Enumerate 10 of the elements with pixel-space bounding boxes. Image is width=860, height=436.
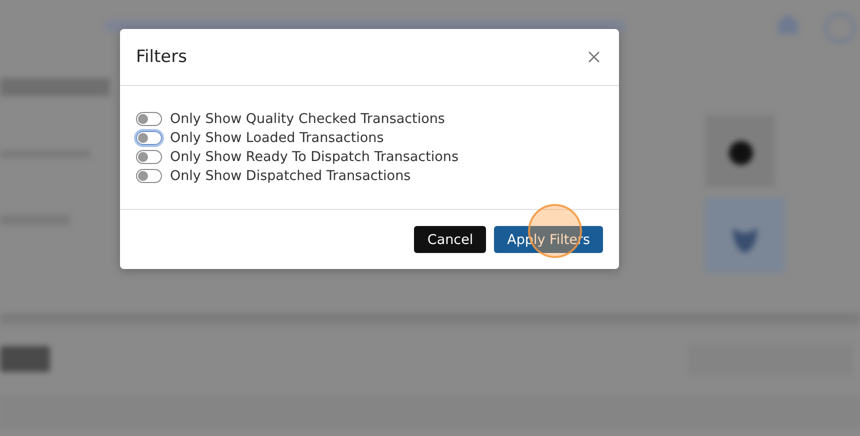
- toggle-switch[interactable]: [136, 169, 162, 183]
- filter-label: Only Show Dispatched Transactions: [170, 168, 411, 184]
- dialog-title: Filters: [136, 47, 187, 67]
- close-icon[interactable]: [587, 50, 601, 64]
- toggle-switch[interactable]: [136, 112, 162, 126]
- filter-label: Only Show Quality Checked Transactions: [170, 111, 445, 127]
- filter-label: Only Show Ready To Dispatch Transactions: [170, 149, 458, 165]
- toggle-switch[interactable]: [136, 150, 162, 164]
- cancel-button[interactable]: Cancel: [414, 226, 486, 253]
- filter-label: Only Show Loaded Transactions: [170, 130, 384, 146]
